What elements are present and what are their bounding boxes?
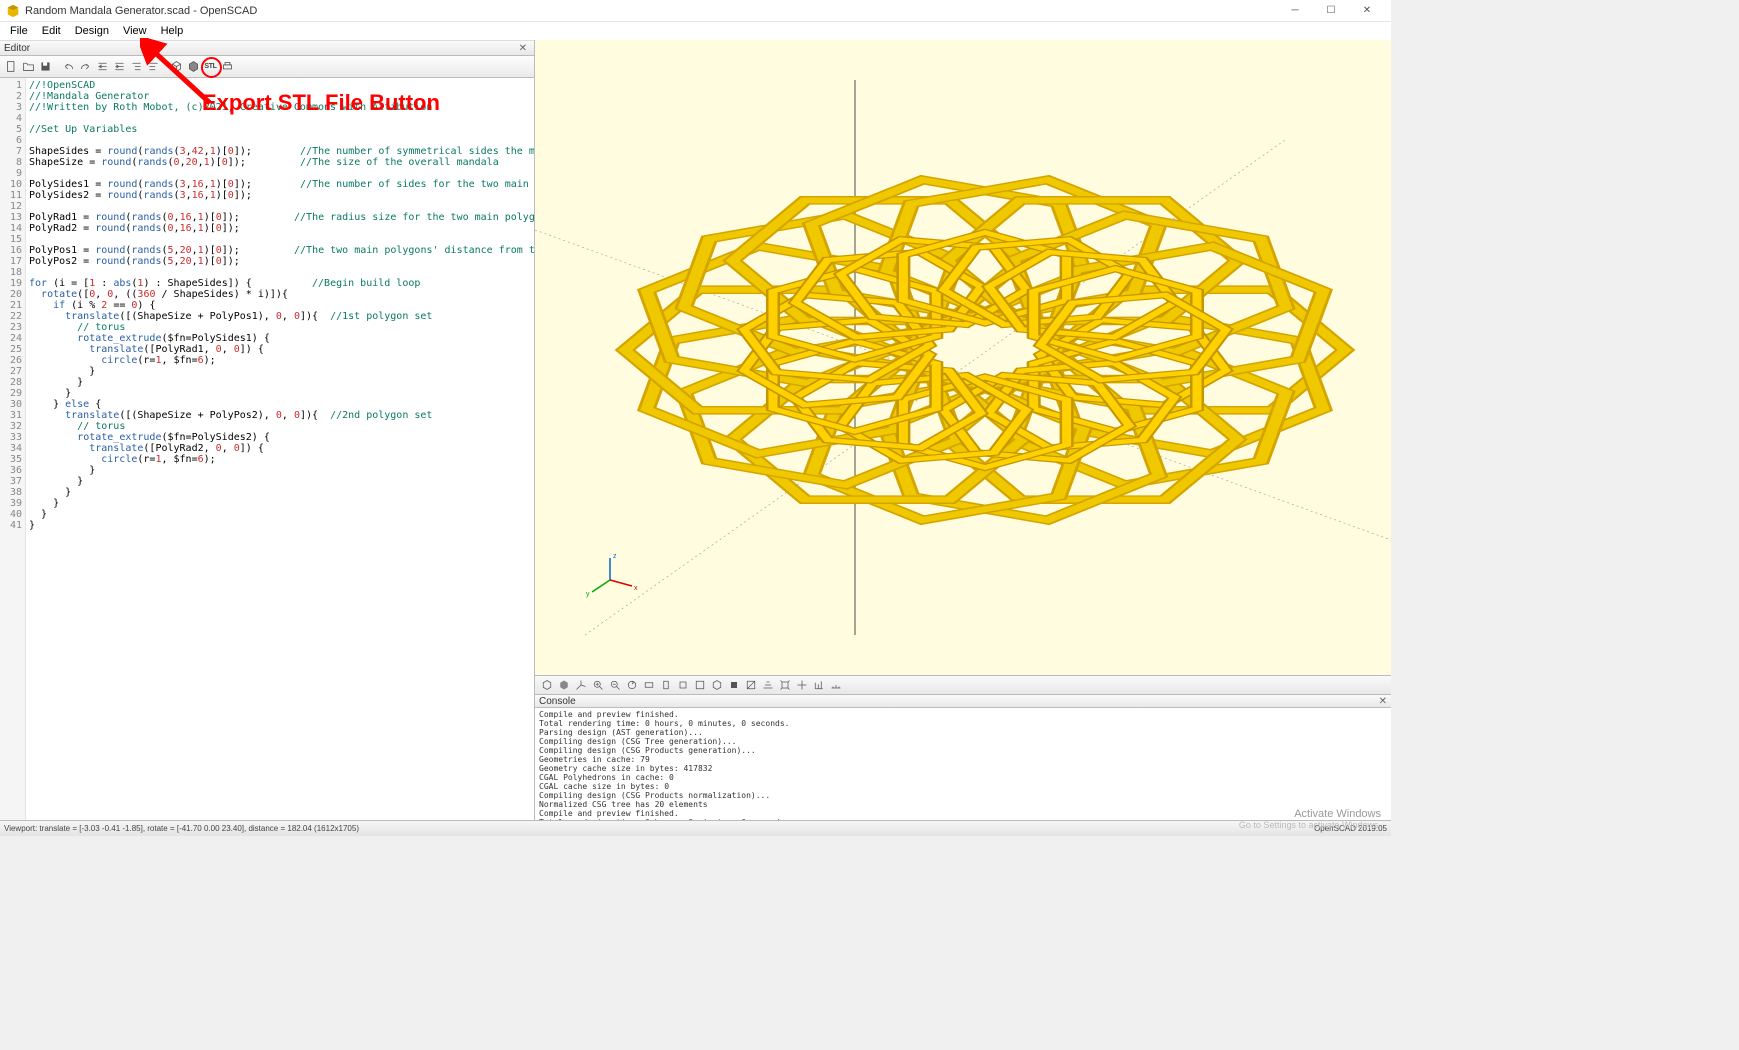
view-diag-icon[interactable]: [742, 677, 759, 694]
view-right-icon[interactable]: [640, 677, 657, 694]
console-title: Console: [539, 696, 576, 707]
view-left-icon[interactable]: [691, 677, 708, 694]
cube-render-icon[interactable]: [555, 677, 572, 694]
minimize-button[interactable]: ─: [1277, 1, 1313, 21]
svg-text:z: z: [613, 553, 617, 560]
editor-close-icon[interactable]: ✕: [516, 43, 530, 54]
editor-toolbar: STL: [0, 56, 534, 78]
outdent2-icon[interactable]: [128, 58, 145, 75]
crosshair-icon[interactable]: [793, 677, 810, 694]
ortho-icon[interactable]: [776, 677, 793, 694]
axes-icon[interactable]: [572, 677, 589, 694]
scalebar-icon[interactable]: [827, 677, 844, 694]
render-icon[interactable]: [185, 58, 202, 75]
undo-icon[interactable]: [60, 58, 77, 75]
view-back-icon[interactable]: [725, 677, 742, 694]
cube-preview-icon[interactable]: [538, 677, 555, 694]
indent-icon[interactable]: [111, 58, 128, 75]
export-stl-button[interactable]: STL: [202, 58, 219, 75]
open-icon[interactable]: [20, 58, 37, 75]
view-toolbar: [535, 675, 1391, 695]
redo-icon[interactable]: [77, 58, 94, 75]
view-top-icon[interactable]: [657, 677, 674, 694]
console-output[interactable]: Compile and preview finished.Total rende…: [535, 708, 1391, 820]
console-panel: Console ✕ Compile and preview finished.To…: [535, 695, 1391, 820]
app-icon: [6, 4, 20, 18]
preview-icon[interactable]: [168, 58, 185, 75]
status-right: OpenSCAD 2019.05: [1314, 824, 1387, 833]
titlebar: Random Mandala Generator.scad - OpenSCAD…: [0, 0, 1391, 22]
zoom-out-icon[interactable]: [606, 677, 623, 694]
editor-title: Editor: [4, 43, 30, 54]
svg-text:x: x: [634, 585, 638, 592]
close-button[interactable]: ✕: [1349, 1, 1385, 21]
menu-design[interactable]: Design: [69, 24, 115, 38]
reset-view-icon[interactable]: [623, 677, 640, 694]
print-icon[interactable]: [219, 58, 236, 75]
indent2-icon[interactable]: [145, 58, 162, 75]
menu-help[interactable]: Help: [155, 24, 190, 38]
menu-file[interactable]: File: [4, 24, 34, 38]
menu-view[interactable]: View: [117, 24, 153, 38]
status-left: Viewport: translate = [-3.03 -0.41 -1.85…: [4, 824, 359, 833]
maximize-button[interactable]: ☐: [1313, 1, 1349, 21]
statusbar: Viewport: translate = [-3.03 -0.41 -1.85…: [0, 820, 1391, 836]
perspective-icon[interactable]: [759, 677, 776, 694]
animate-icon[interactable]: [810, 677, 827, 694]
save-icon[interactable]: [37, 58, 54, 75]
zoom-in-icon[interactable]: [589, 677, 606, 694]
new-icon[interactable]: [3, 58, 20, 75]
3d-viewport[interactable]: z y x: [535, 40, 1391, 675]
menubar: File Edit Design View Help: [0, 22, 1391, 40]
view-bottom-icon[interactable]: [674, 677, 691, 694]
svg-text:y: y: [586, 591, 590, 598]
view-front-icon[interactable]: [708, 677, 725, 694]
unindent-icon[interactable]: [94, 58, 111, 75]
menu-edit[interactable]: Edit: [36, 24, 67, 38]
code-editor[interactable]: 1234567891011121314151617181920212223242…: [0, 78, 534, 820]
window-title: Random Mandala Generator.scad - OpenSCAD: [25, 5, 1277, 17]
editor-panel-header: Editor ✕: [0, 40, 534, 56]
console-close-icon[interactable]: ✕: [1379, 696, 1387, 707]
